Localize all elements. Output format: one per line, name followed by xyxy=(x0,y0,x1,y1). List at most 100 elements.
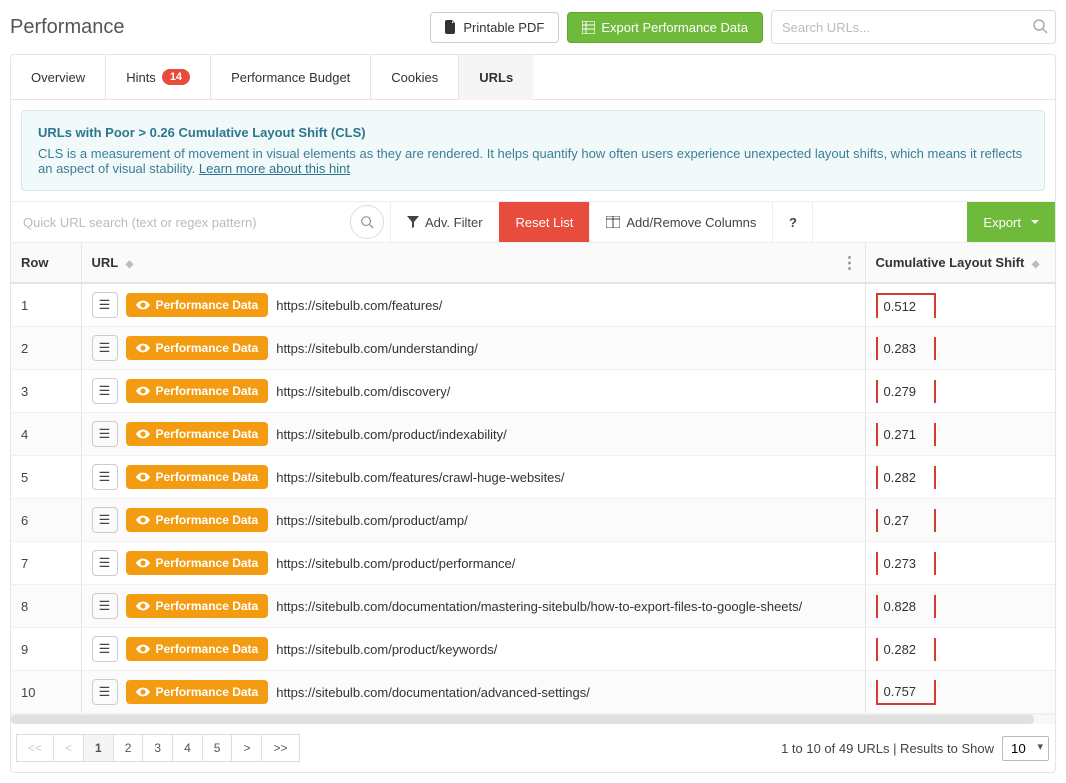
cls-value: 0.282 xyxy=(876,638,936,661)
file-pdf-icon xyxy=(445,20,457,34)
url-text[interactable]: https://sitebulb.com/product/keywords/ xyxy=(276,642,497,657)
page-1[interactable]: 1 xyxy=(83,734,114,762)
performance-data-button[interactable]: Performance Data xyxy=(126,637,269,661)
url-text[interactable]: https://sitebulb.com/features/ xyxy=(276,298,442,313)
columns-icon xyxy=(606,216,620,228)
url-text[interactable]: https://sitebulb.com/documentation/advan… xyxy=(276,685,590,700)
quick-search-submit-icon[interactable] xyxy=(350,205,384,239)
column-menu-icon[interactable]: ⋮ xyxy=(842,253,857,273)
pagination: <<<12345>>> xyxy=(17,734,300,762)
results-per-page-select[interactable]: 10 xyxy=(1002,736,1049,761)
search-urls-input[interactable] xyxy=(771,10,1056,44)
hint-learn-more-link[interactable]: Learn more about this hint xyxy=(199,161,350,176)
row-menu-button[interactable]: ☰ xyxy=(92,292,118,318)
row-menu-button[interactable]: ☰ xyxy=(92,335,118,361)
page-<: < xyxy=(53,734,84,762)
url-table: Row URL ◆ ⋮ Cumulative Layout Shift ◆ 1 ☰… xyxy=(11,243,1055,714)
tab-urls[interactable]: URLs xyxy=(459,55,533,100)
url-text[interactable]: https://sitebulb.com/discovery/ xyxy=(276,384,450,399)
quick-url-search-input[interactable] xyxy=(11,202,390,242)
performance-data-button[interactable]: Performance Data xyxy=(126,336,269,360)
table-row: 1 ☰ Performance Data https://sitebulb.com/f… xyxy=(11,283,1055,327)
printable-pdf-button[interactable]: Printable PDF xyxy=(430,12,559,43)
row-number: 3 xyxy=(11,370,81,413)
row-number: 4 xyxy=(11,413,81,456)
page->[interactable]: > xyxy=(231,734,262,762)
cls-value: 0.512 xyxy=(876,293,936,318)
row-number: 8 xyxy=(11,585,81,628)
tab-overview[interactable]: Overview xyxy=(11,55,106,99)
url-text[interactable]: https://sitebulb.com/documentation/maste… xyxy=(276,599,802,614)
eye-icon xyxy=(136,427,150,441)
cls-value: 0.283 xyxy=(876,337,936,360)
row-menu-button[interactable]: ☰ xyxy=(92,507,118,533)
search-icon[interactable] xyxy=(1032,18,1048,34)
page-4[interactable]: 4 xyxy=(172,734,203,762)
row-menu-button[interactable]: ☰ xyxy=(92,593,118,619)
add-remove-columns-button[interactable]: Add/Remove Columns xyxy=(589,202,772,242)
performance-data-button[interactable]: Performance Data xyxy=(126,594,269,618)
eye-icon xyxy=(136,513,150,527)
url-text[interactable]: https://sitebulb.com/understanding/ xyxy=(276,341,478,356)
page-2[interactable]: 2 xyxy=(113,734,144,762)
th-row[interactable]: Row xyxy=(11,243,81,283)
th-url[interactable]: URL ◆ ⋮ xyxy=(81,243,865,283)
row-menu-button[interactable]: ☰ xyxy=(92,421,118,447)
hint-body: CLS is a measurement of movement in visu… xyxy=(38,146,1028,176)
badge: 14 xyxy=(162,69,190,85)
cls-value: 0.757 xyxy=(876,680,936,705)
adv-filter-button[interactable]: Adv. Filter xyxy=(390,202,499,242)
performance-data-button[interactable]: Performance Data xyxy=(126,465,269,489)
tabs: OverviewHints14Performance BudgetCookies… xyxy=(11,55,1055,100)
hint-title: URLs with Poor > 0.26 Cumulative Layout … xyxy=(38,125,1028,140)
performance-data-button[interactable]: Performance Data xyxy=(126,293,269,317)
page->>[interactable]: >> xyxy=(261,734,299,762)
url-text[interactable]: https://sitebulb.com/product/indexabilit… xyxy=(276,427,507,442)
tab-cookies[interactable]: Cookies xyxy=(371,55,459,99)
url-text[interactable]: https://sitebulb.com/features/crawl-huge… xyxy=(276,470,564,485)
performance-data-button[interactable]: Performance Data xyxy=(126,508,269,532)
tab-budget[interactable]: Performance Budget xyxy=(211,55,371,99)
eye-icon xyxy=(136,341,150,355)
sort-icon: ◆ xyxy=(1032,259,1040,270)
row-menu-button[interactable]: ☰ xyxy=(92,378,118,404)
performance-data-button[interactable]: Performance Data xyxy=(126,422,269,446)
table-row: 9 ☰ Performance Data https://sitebulb.com/p… xyxy=(11,628,1055,671)
help-button[interactable]: ? xyxy=(772,202,812,242)
tab-hints[interactable]: Hints14 xyxy=(106,55,211,99)
row-number: 9 xyxy=(11,628,81,671)
eye-icon xyxy=(136,298,150,312)
url-text[interactable]: https://sitebulb.com/product/amp/ xyxy=(276,513,467,528)
spreadsheet-icon xyxy=(582,21,595,34)
row-number: 7 xyxy=(11,542,81,585)
table-row: 10 ☰ Performance Data https://sitebulb.com/… xyxy=(11,671,1055,714)
horizontal-scrollbar[interactable] xyxy=(11,714,1055,724)
row-number: 10 xyxy=(11,671,81,714)
table-row: 3 ☰ Performance Data https://sitebulb.com/d… xyxy=(11,370,1055,413)
page-title: Performance xyxy=(10,16,125,39)
table-row: 7 ☰ Performance Data https://sitebulb.com/p… xyxy=(11,542,1055,585)
row-menu-button[interactable]: ☰ xyxy=(92,550,118,576)
page-5[interactable]: 5 xyxy=(202,734,233,762)
performance-data-button[interactable]: Performance Data xyxy=(126,379,269,403)
table-row: 2☰Performance Datahttps://sitebulb.com/u… xyxy=(11,327,1055,370)
reset-list-button[interactable]: Reset List xyxy=(499,202,590,242)
row-menu-button[interactable]: ☰ xyxy=(92,636,118,662)
row-menu-button[interactable]: ☰ xyxy=(92,464,118,490)
row-number: 1 xyxy=(11,283,81,327)
table-row: 6☰Performance Datahttps://sitebulb.com/p… xyxy=(11,499,1055,542)
export-button[interactable]: Export xyxy=(967,202,1055,242)
th-cls[interactable]: Cumulative Layout Shift ◆ xyxy=(865,243,1055,283)
row-menu-button[interactable]: ☰ xyxy=(92,679,118,705)
url-text[interactable]: https://sitebulb.com/product/performance… xyxy=(276,556,515,571)
sort-icon: ◆ xyxy=(126,259,134,270)
performance-data-button[interactable]: Performance Data xyxy=(126,551,269,575)
table-row: 4 ☰ Performance Data https://sitebulb.com/p… xyxy=(11,413,1055,456)
page-<<: << xyxy=(16,734,54,762)
cls-value: 0.273 xyxy=(876,552,936,575)
table-row: 8 ☰ Performance Data https://sitebulb.com/d… xyxy=(11,585,1055,628)
cls-value: 0.282 xyxy=(876,466,936,489)
page-3[interactable]: 3 xyxy=(142,734,173,762)
export-performance-data-button[interactable]: Export Performance Data xyxy=(567,12,763,43)
performance-data-button[interactable]: Performance Data xyxy=(126,680,269,704)
